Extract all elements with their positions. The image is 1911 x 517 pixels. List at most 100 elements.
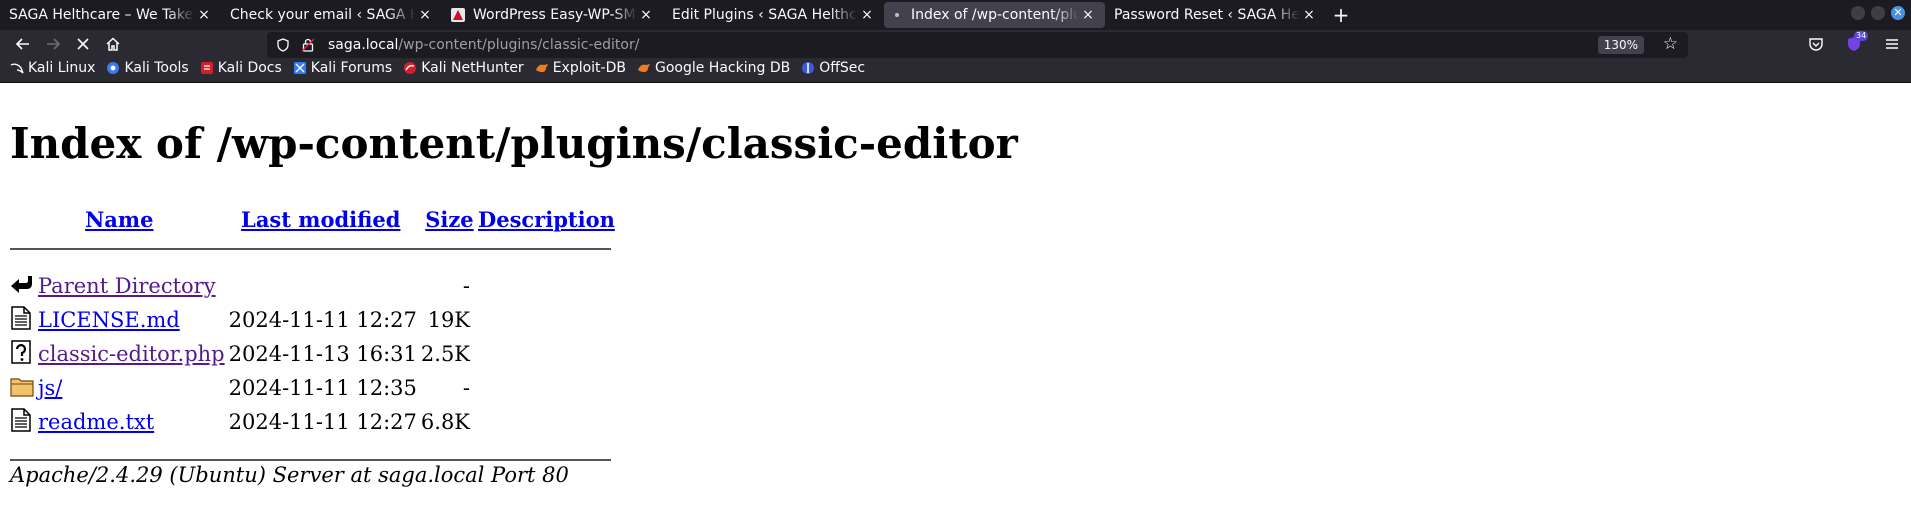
table-row: Parent Directory - — [10, 269, 615, 303]
unknown-file-icon — [11, 339, 31, 364]
icon-cell — [10, 405, 38, 439]
loading-dot-icon — [895, 13, 899, 17]
tab-password-reset[interactable]: Password Reset ‹ SAGA Helth × — [1105, 0, 1326, 30]
sort-by-size-link[interactable]: Size — [425, 207, 473, 232]
url-path: /wp-content/plugins/classic-editor/ — [398, 37, 640, 53]
name-cell: classic-editor.php — [38, 337, 229, 371]
tab-close-icon[interactable]: × — [858, 5, 876, 25]
bookmark-label: OffSec — [819, 60, 866, 76]
tab-saga-home[interactable]: SAGA Helthcare – We Take ca × — [0, 0, 221, 30]
bookmark-offsec[interactable]: OffSec — [801, 60, 865, 76]
size-cell: 2.5K — [420, 342, 470, 366]
tab-edit-plugins[interactable]: Edit Plugins ‹ SAGA Helthcare × — [663, 0, 884, 30]
url-text[interactable]: saga.local/wp-content/plugins/classic-ed… — [328, 37, 639, 53]
exploit-db-icon — [535, 64, 548, 73]
bookmark-label: Kali Forums — [310, 60, 393, 76]
bookmark-kali-forums[interactable]: Kali Forums — [293, 60, 392, 76]
tab-title: Edit Plugins ‹ SAGA Helthcare — [672, 7, 858, 23]
bookmark-kali-docs[interactable]: Kali Docs — [200, 60, 282, 76]
url-host: saga.local — [328, 37, 399, 53]
icon-cell — [10, 303, 38, 337]
text-file-icon — [11, 305, 31, 330]
tab-close-icon[interactable]: × — [195, 5, 213, 25]
tab-strip: SAGA Helthcare – We Take ca × Check your… — [0, 0, 1911, 30]
file-link[interactable]: LICENSE.md — [38, 308, 180, 332]
extensions-button[interactable]: 34 — [1835, 30, 1873, 58]
offsec-icon — [802, 62, 815, 74]
modified-cell — [229, 269, 421, 303]
tab-check-email[interactable]: Check your email ‹ SAGA Helt × — [221, 0, 442, 30]
folder-icon — [10, 377, 34, 397]
tab-close-icon[interactable]: × — [637, 5, 655, 25]
tab-title: Password Reset ‹ SAGA Helth — [1114, 7, 1300, 23]
bookmark-label: Google Hacking DB — [654, 60, 791, 76]
icon-cell — [10, 269, 38, 303]
modified-cell: 2024-11-11 12:27 — [228, 308, 417, 332]
home-icon — [106, 37, 120, 51]
name-cell: js/ — [38, 371, 229, 405]
bookmark-label: Kali Docs — [217, 60, 282, 76]
divider — [10, 248, 611, 250]
forward-button[interactable] — [38, 30, 68, 58]
file-link[interactable]: readme.txt — [38, 410, 154, 434]
tab-close-icon[interactable]: × — [416, 5, 434, 25]
kali-forums-icon — [293, 62, 306, 74]
tab-index-of-plugins[interactable]: Index of /wp-content/plug × — [884, 2, 1105, 28]
bookmark-exploit-db[interactable]: Exploit-DB — [535, 60, 626, 76]
server-signature: Apache/2.4.29 (Ubuntu) Server at saga.lo… — [10, 463, 569, 487]
sort-by-name-link[interactable]: Name — [85, 207, 153, 232]
kali-dragon-icon — [10, 63, 24, 74]
description-cell — [478, 405, 615, 439]
tracking-protection-shield-icon[interactable] — [276, 38, 290, 52]
parent-directory-icon — [11, 275, 32, 293]
size-cell: - — [462, 376, 470, 400]
tab-close-icon[interactable]: × — [1300, 5, 1318, 25]
window-controls: ✕ — [1851, 6, 1905, 20]
bookmark-google-hacking-db[interactable]: Google Hacking DB — [637, 60, 790, 76]
bookmark-kali-tools[interactable]: Kali Tools — [106, 60, 189, 76]
app-menu-button[interactable] — [1873, 30, 1911, 58]
bookmark-label: Exploit-DB — [552, 60, 626, 76]
extension-badge: 34 — [1854, 31, 1869, 41]
divider — [10, 459, 611, 461]
directory-listing-table: Name Last modified Size Description Pare… — [10, 203, 615, 473]
bookmark-kali-nethunter[interactable]: Kali NetHunter — [403, 60, 524, 76]
icon-cell — [10, 337, 38, 371]
size-cell: 19K — [427, 308, 470, 332]
back-button[interactable] — [8, 30, 38, 58]
description-cell — [478, 303, 615, 337]
bookmark-star-icon[interactable]: ☆ — [1663, 34, 1678, 54]
description-cell — [478, 269, 615, 303]
name-cell: Parent Directory — [38, 269, 229, 303]
tab-title: Index of /wp-content/plug — [911, 7, 1079, 23]
icon-cell — [10, 371, 38, 405]
table-row: classic-editor.php 2024-11-13 16:31 2.5K — [10, 337, 615, 371]
modified-cell: 2024-11-11 12:35 — [228, 376, 417, 400]
tab-close-icon[interactable]: × — [1079, 5, 1097, 25]
bookmark-kali-linux[interactable]: Kali Linux — [10, 60, 95, 76]
sort-by-description-link[interactable]: Description — [478, 207, 615, 232]
address-bar[interactable]: saga.local/wp-content/plugins/classic-ed… — [267, 32, 1688, 58]
zoom-level-button[interactable]: 130% — [1597, 36, 1644, 54]
window-close-button[interactable]: ✕ — [1891, 6, 1905, 20]
toolbar-right: 34 — [1797, 30, 1911, 58]
sort-by-last-modified-link[interactable]: Last modified — [241, 207, 400, 232]
table-row: js/ 2024-11-11 12:35 - — [10, 371, 615, 405]
tab-wp-easy-smtp[interactable]: WordPress Easy-WP-SMT × — [442, 0, 663, 30]
file-link[interactable]: Parent Directory — [38, 274, 216, 298]
header-divider-row — [10, 235, 615, 269]
pocket-button[interactable] — [1797, 30, 1835, 58]
table-header-row: Name Last modified Size Description — [10, 203, 615, 235]
home-button[interactable] — [98, 30, 128, 58]
minimize-button[interactable] — [1851, 6, 1865, 20]
maximize-button[interactable] — [1871, 6, 1885, 20]
file-link[interactable]: js/ — [38, 376, 62, 400]
table-row: LICENSE.md 2024-11-11 12:27 19K — [10, 303, 615, 337]
kali-docs-icon — [200, 62, 213, 74]
new-tab-button[interactable]: + — [1326, 0, 1356, 30]
stop-loading-button[interactable] — [68, 30, 98, 58]
bookmark-label: Kali Tools — [124, 60, 189, 76]
bookmark-label: Kali Linux — [28, 60, 96, 76]
file-link[interactable]: classic-editor.php — [38, 342, 225, 366]
insecure-lock-icon[interactable] — [302, 38, 314, 52]
